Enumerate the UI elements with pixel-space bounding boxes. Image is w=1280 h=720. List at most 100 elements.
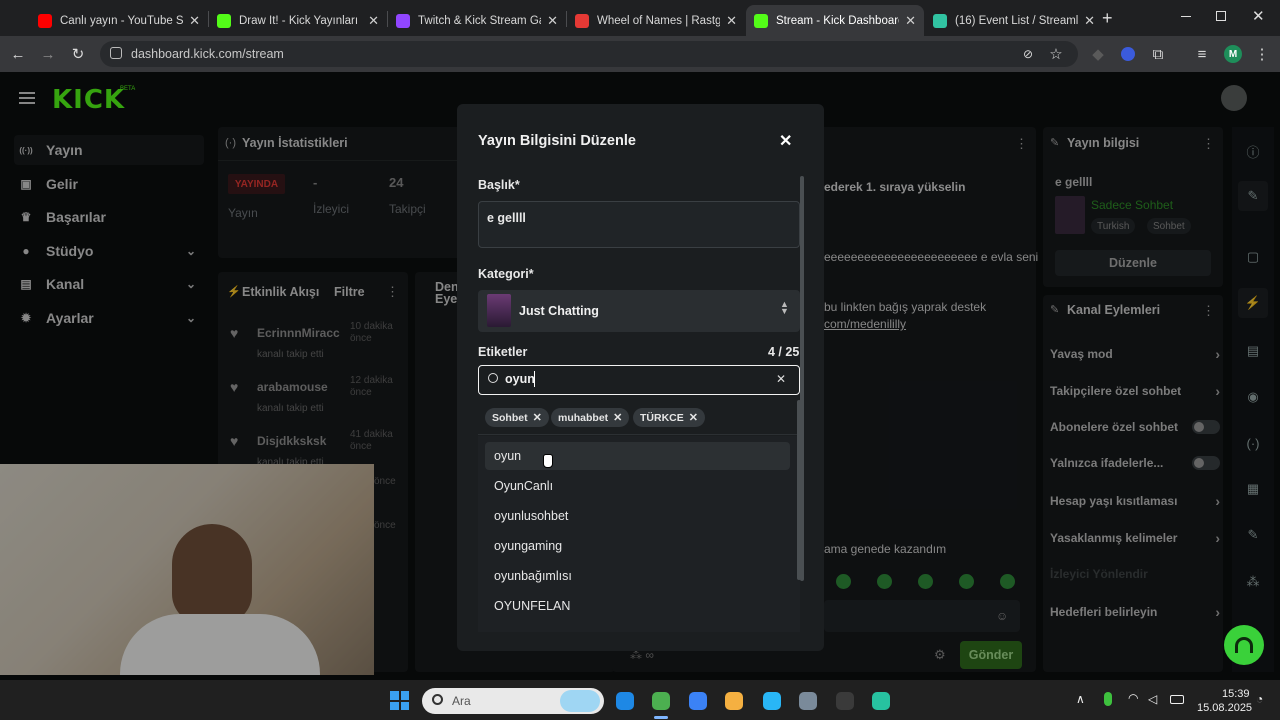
chat-link[interactable]: com/medenililly	[824, 317, 906, 331]
tab-close-icon[interactable]: ✕	[547, 13, 558, 29]
stream-info-edit-button[interactable]: Düzenle	[1055, 250, 1211, 276]
user-avatar[interactable]	[1221, 85, 1247, 111]
share-icon[interactable]: ⁂	[1238, 567, 1268, 597]
tag-suggestion[interactable]: oyunbağımlısı	[485, 562, 790, 590]
chat-send-button[interactable]: Gönder	[960, 641, 1022, 669]
sidebar-item-stüdyo[interactable]: ● Stüdyo ⌄	[14, 236, 204, 266]
window-close-icon[interactable]: ✕	[1252, 7, 1265, 25]
notification-bell-icon[interactable]: ◔	[1256, 692, 1263, 706]
feed-item-name[interactable]: arabamouse	[257, 380, 328, 394]
emote-icon[interactable]	[1000, 574, 1015, 589]
tag-suggestion[interactable]: OYUNFELAN	[485, 592, 790, 620]
reload-icon[interactable]: ↻	[68, 44, 88, 64]
browser-tab[interactable]: Draw It! - Kick Yayınları ✕	[209, 5, 387, 36]
feed-item-name[interactable]: EcrinnnMiracc	[257, 326, 340, 340]
support-chat-button[interactable]	[1224, 625, 1264, 665]
battery-icon[interactable]	[1170, 695, 1184, 704]
browser-tab[interactable]: Twitch & Kick Stream Games ✕	[388, 5, 566, 36]
chat-menu-icon[interactable]: ⋮	[1015, 136, 1028, 152]
feed-menu-icon[interactable]: ⋮	[386, 284, 399, 300]
sidebar-item-yayın[interactable]: ((·)) Yayın	[14, 135, 204, 165]
stream-info-category[interactable]: Sadece Sohbet	[1091, 198, 1173, 212]
browser-tab[interactable]: (16) Event List / Streamlabs ✕	[925, 5, 1103, 36]
channel-actions-menu-icon[interactable]: ⋮	[1202, 303, 1215, 319]
chat-input[interactable]	[824, 600, 1020, 632]
browser-tab[interactable]: Wheel of Names | Rastgele ✕	[567, 5, 745, 36]
sidebar-item-kanal[interactable]: ▤ Kanal ⌄	[14, 269, 204, 299]
kick-app-icon[interactable]	[868, 688, 894, 714]
tab-close-icon[interactable]: ✕	[726, 13, 737, 29]
emote-icon[interactable]	[877, 574, 892, 589]
remove-tag-icon[interactable]: ✕	[613, 411, 622, 424]
copilot-icon[interactable]	[721, 688, 747, 714]
new-tab-button[interactable]: +	[1102, 8, 1113, 29]
info-icon[interactable]: ⓘ	[1238, 136, 1268, 166]
browser-tab[interactable]: Canlı yayın - YouTube Studio ✕	[30, 5, 208, 36]
tag-suggestion[interactable]: oyunlusohbet	[485, 502, 790, 530]
url-text[interactable]: dashboard.kick.com/stream	[131, 47, 284, 61]
toggle-switch[interactable]	[1192, 456, 1220, 471]
channel-action-item[interactable]: Abonelere özel sohbet	[1050, 419, 1220, 434]
channel-action-item[interactable]: Yalnızca ifadelerle...	[1050, 456, 1220, 471]
chrome-icon[interactable]	[648, 688, 674, 714]
chat-bubble-icon[interactable]: ◉	[1238, 382, 1268, 412]
tab-close-icon[interactable]: ✕	[368, 13, 379, 29]
extensions-puzzle-icon[interactable]: ⧉	[1148, 44, 1168, 64]
wrench-icon[interactable]: ✎	[1238, 520, 1268, 550]
tag-suggestion[interactable]: oyungaming	[485, 532, 790, 560]
kick-logo[interactable]: KICK	[52, 85, 125, 115]
channel-action-item[interactable]: Yavaş mod ›	[1050, 346, 1220, 362]
pen-icon[interactable]: ✎	[1238, 181, 1268, 211]
browser-menu-icon[interactable]: ⋮	[1252, 44, 1272, 64]
extension-dim-icon[interactable]: ◆	[1088, 44, 1108, 64]
channel-action-item[interactable]: Takipçilere özel sohbet ›	[1050, 383, 1220, 399]
windows-start-icon[interactable]	[390, 691, 409, 710]
tag-suggestion[interactable]: OyunCanlı	[485, 472, 790, 500]
modal-close-icon[interactable]: ✕	[779, 131, 792, 151]
feed-item-name[interactable]: Disjdkksksk	[257, 434, 326, 448]
restore-icon[interactable]	[1216, 11, 1226, 21]
speaker-icon[interactable]: ◁	[1148, 692, 1157, 706]
calculator-icon[interactable]	[795, 688, 821, 714]
panels-icon[interactable]: ▦	[1238, 474, 1268, 504]
broadcast-icon[interactable]: (·)	[1238, 428, 1268, 458]
weather-icon[interactable]	[759, 688, 785, 714]
media-control-icon[interactable]: ≡	[1192, 44, 1212, 64]
toggle-switch[interactable]	[1192, 419, 1220, 434]
emote-icon[interactable]	[836, 574, 851, 589]
suggestion-scrollbar[interactable]	[797, 400, 801, 580]
store-icon[interactable]	[685, 688, 711, 714]
tab-close-icon[interactable]: ✕	[189, 13, 200, 29]
channel-action-item[interactable]: Yasaklanmış kelimeler ›	[1050, 530, 1220, 546]
profile-avatar[interactable]: M	[1224, 45, 1242, 63]
bookmark-star-icon[interactable]: ☆	[1046, 44, 1066, 64]
chat-settings-icon[interactable]: ⚙	[934, 647, 946, 663]
bolt-icon[interactable]: ⚡	[1238, 288, 1268, 318]
wifi-icon[interactable]: ◠	[1128, 691, 1138, 705]
remove-tag-icon[interactable]: ✕	[533, 411, 542, 424]
microphone-icon[interactable]	[1104, 692, 1112, 706]
emoji-icon[interactable]: ☺	[996, 609, 1008, 623]
remove-tag-icon[interactable]: ✕	[689, 411, 698, 424]
extension-blue-icon[interactable]	[1121, 47, 1135, 61]
edge-icon[interactable]	[612, 688, 638, 714]
sidebar-item-ayarlar[interactable]: ✹ Ayarlar ⌄	[14, 303, 204, 333]
sidebar-item-başarılar[interactable]: ♛ Başarılar	[14, 202, 204, 232]
feed-filter-button[interactable]: Filtre	[334, 285, 365, 299]
forward-arrow-icon[interactable]: →	[38, 44, 58, 64]
note-icon[interactable]: ▤	[1238, 336, 1268, 366]
minimize-icon[interactable]	[1178, 6, 1194, 26]
stream-info-menu-icon[interactable]: ⋮	[1202, 136, 1215, 152]
tab-close-icon[interactable]: ✕	[905, 13, 916, 29]
back-arrow-icon[interactable]: ←	[8, 44, 28, 64]
sidebar-item-gelir[interactable]: ▣ Gelir	[14, 169, 204, 199]
tag-suggestion[interactable]: oyun	[485, 442, 790, 470]
layout-icon[interactable]: ▢	[1238, 242, 1268, 272]
site-info-icon[interactable]	[110, 47, 122, 59]
channel-action-item[interactable]: Hedefleri belirleyin ›	[1050, 604, 1220, 620]
eye-off-icon[interactable]: ⊘	[1018, 44, 1038, 64]
emote-icon[interactable]	[918, 574, 933, 589]
emote-icon[interactable]	[959, 574, 974, 589]
tab-close-icon[interactable]: ✕	[1084, 13, 1095, 29]
clock-date[interactable]: 15.08.2025	[1197, 702, 1252, 714]
